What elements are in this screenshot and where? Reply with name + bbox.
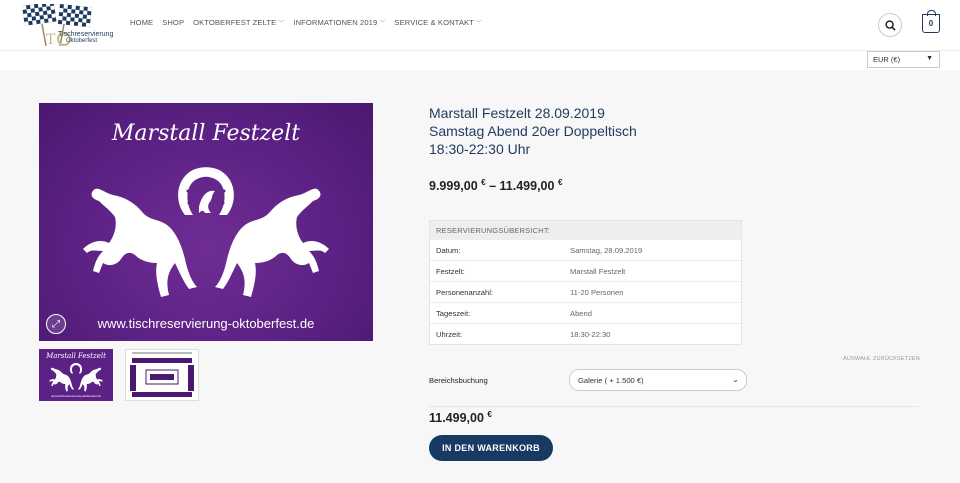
nav-shop[interactable]: SHOP [162,18,184,27]
row-value: Marstall Festzelt [570,266,626,276]
selected-price: 11.499,00 € [429,410,492,425]
search-button[interactable] [878,13,902,37]
currency-select[interactable]: EUR (€) ▼ [867,51,940,68]
selected-price-value: 11.499,00 [429,411,484,426]
currency-value: EUR (€) [873,55,901,64]
add-to-cart-button[interactable]: IN DEN WARENKORB [429,435,553,461]
nav-informationen[interactable]: INFORMATIONEN 2019 ﹀ [293,18,385,27]
svg-text:T: T [46,32,56,46]
row-label: Festzelt: [436,266,465,276]
chevron-down-icon: ⌄ [732,375,739,384]
row-label: Personenanzahl: [436,287,493,297]
variation-select[interactable]: Galerie ( + 1.500 €) ⌄ [569,369,747,391]
divider [429,406,919,407]
variation-label: Bereichsbuchung [429,376,488,385]
reset-selection-link[interactable]: AUSWAHL ZURÜCKSETZEN [843,356,920,362]
product-title-line2: Samstag Abend 20er Doppeltisch [429,123,637,139]
table-row: Tageszeit: Abend [430,302,741,323]
zoom-button[interactable]: ⤢ [46,314,66,334]
caret-down-icon: ▼ [926,55,933,62]
row-value: 18:30-22:30 [570,329,611,339]
horses-horseshoe-graphic [83,167,329,297]
currency-symbol: € [487,410,492,419]
currency-bar [0,50,960,70]
row-label: Datum: [436,245,461,255]
logo-text-line2: Oktoberfest [66,38,98,44]
reservation-heading: RESERVIERUNGSÜBERSICHT: [430,221,741,239]
chevron-down-icon: ﹀ [475,21,483,27]
product-main-image[interactable]: Marstall Festzelt www.tischreservierung-… [39,103,373,341]
thumbnail-2-floorplan[interactable] [125,349,199,401]
main-nav: HOME SHOP OKTOBERFEST ZELTE ﹀ INFORMATION… [130,18,482,27]
table-row: Uhrzeit: 18:30-22:30 [430,323,741,344]
currency-symbol: € [557,178,563,187]
price-from: 9.999,00 [429,179,478,194]
product-title-line3: 18:30-22:30 Uhr [429,141,531,157]
search-icon [884,19,896,31]
variation-selected: Galerie ( + 1.500 €) [578,376,644,385]
cart-button[interactable]: 0 [922,10,940,33]
row-value: Samstag, 28.09.2019 [570,245,643,255]
product-title-line1: Marstall Festzelt 28.09.2019 [429,105,605,121]
row-value: 11-20 Personen [570,287,624,297]
price-to: 11.499,00 [499,179,555,194]
currency-symbol: € [481,178,486,187]
price-separator: – [489,179,497,194]
chevron-down-icon: ﹀ [379,21,386,27]
product-title: Marstall Festzelt 28.09.2019 Samstag Abe… [429,104,729,158]
thumbnail-1[interactable]: Marstall Festzelt www.tischreservierung-… [39,349,113,401]
thumbnail-url: www.tischreservierung-oktoberfest.de [50,394,102,398]
table-row: Datum: Samstag, 28.09.2019 [430,239,741,260]
site-header: T Tischreservierung Oktoberfest HOME SHO… [0,0,960,50]
nav-home-label: HOME [130,18,154,27]
table-row: Personenanzahl: 11-20 Personen [430,281,741,302]
reservation-summary-table: RESERVIERUNGSÜBERSICHT: Datum: Samstag, … [429,220,742,345]
price-range: 9.999,00 € – 11.499,00 € [429,178,562,193]
expand-icon: ⤢ [52,318,60,330]
row-value: Abend [570,308,592,318]
cart-count: 0 [928,19,934,28]
row-label: Uhrzeit: [436,329,463,339]
table-row: Festzelt: Marstall Festzelt [430,260,741,281]
floorplan-graphic [130,352,194,397]
logo[interactable]: T Tischreservierung Oktoberfest [20,1,114,48]
nav-home[interactable]: HOME [130,18,153,27]
nav-shop-label: SHOP [162,18,185,27]
chevron-down-icon: ﹀ [278,21,285,27]
nav-oktoberfest-zelte[interactable]: OKTOBERFEST ZELTE ﹀ [193,18,284,27]
logo-text-line1: Tischreservierung [58,31,114,38]
nav-informationen-label: INFORMATIONEN 2019 [293,18,378,27]
image-url: www.tischreservierung-oktoberfest.de [97,316,315,331]
nav-zelte-label: OKTOBERFEST ZELTE [193,18,277,27]
nav-service-kontakt[interactable]: SERVICE & KONTAKT ﹀ [394,18,482,27]
row-label: Tageszeit: [436,308,471,318]
nav-service-label: SERVICE & KONTAKT [394,18,474,27]
